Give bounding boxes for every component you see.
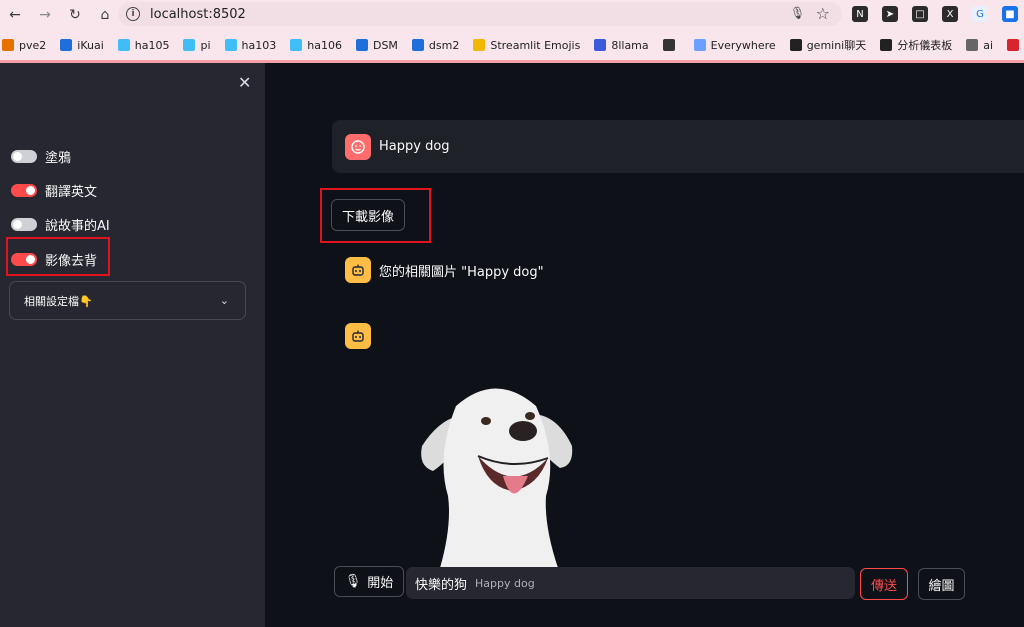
bookmark-icon: [224, 39, 237, 51]
user-message-text: Happy dog: [379, 139, 450, 154]
toggle-label: 說故事的AI: [45, 219, 110, 234]
bookmark-icon: [183, 39, 196, 51]
bot-avatar-icon: [345, 257, 371, 283]
bookmark-label: gemini聊天: [806, 39, 867, 52]
toggle-switch[interactable]: [11, 184, 37, 197]
bookmark-item[interactable]: 專案: [1007, 37, 1024, 53]
microphone-icon[interactable]: 🎙: [790, 6, 805, 22]
sidebar: ✕ 塗鴉 翻譯英文 說故事的AI 影像去背 相關設定檔👇 ⌄: [0, 63, 265, 627]
bookmark-label: Streamlit Emojis: [490, 38, 581, 52]
bookmark-label: ha105: [134, 38, 170, 52]
bookmark-item[interactable]: 8llama: [594, 38, 649, 52]
profile-extension-icon[interactable]: ■: [1002, 6, 1018, 22]
happy-dog-image: [421, 388, 573, 568]
start-recording-button[interactable]: 🎙 開始: [334, 566, 404, 597]
start-button-label: 開始: [367, 576, 394, 591]
bookmark-item[interactable]: iKuai: [60, 39, 104, 52]
bookmark-icon: [662, 39, 675, 51]
toggle-translate-english[interactable]: 翻譯英文: [11, 181, 97, 200]
toggle-doodle[interactable]: 塗鴉: [11, 147, 71, 166]
browser-toolbar: ← → ↻ ⌂ i localhost:8502 🎙 ☆ N ➤ □ X G ■: [0, 0, 1024, 30]
bookmark-icon: [693, 39, 706, 51]
bookmark-label: DSM: [372, 38, 398, 52]
toggle-label: 塗鴉: [45, 151, 72, 166]
excel-icon[interactable]: X: [942, 6, 958, 22]
draw-button[interactable]: 繪圖: [918, 568, 965, 600]
bookmark-item[interactable]: pi: [183, 38, 211, 52]
bookmark-item[interactable]: ha103: [224, 38, 277, 52]
assistant-message: 您的相關圖片 "Happy dog": [345, 257, 544, 283]
telegram-icon[interactable]: ➤: [882, 6, 898, 22]
bookmark-label: ai: [983, 38, 994, 52]
assistant-message-text: 您的相關圖片 "Happy dog": [379, 264, 544, 280]
bookmark-item[interactable]: dsm2: [411, 38, 460, 52]
bookmark-icon: [966, 39, 979, 51]
bookmark-item[interactable]: ha105: [117, 38, 170, 52]
bookmark-icon: [117, 39, 130, 51]
user-message: Happy dog: [332, 120, 1024, 173]
site-info-icon[interactable]: i: [126, 7, 140, 21]
settings-expander[interactable]: 相關設定檔👇 ⌄: [9, 281, 246, 320]
toggle-label: 翻譯英文: [45, 185, 98, 200]
bookmark-icon: [473, 39, 486, 51]
extension-icons: N ➤ □ X G ■: [852, 6, 1018, 22]
bookmark-label: ha106: [307, 38, 342, 52]
bookmark-icon: [411, 39, 424, 51]
bookmark-label: 分析儀表板: [897, 39, 953, 52]
bookmark-label: dsm2: [428, 38, 460, 52]
bookmark-icon: [1007, 39, 1020, 51]
bookmark-icon: [290, 39, 303, 51]
bookmark-item[interactable]: 分析儀表板: [880, 37, 952, 53]
extension-icon[interactable]: □: [912, 6, 928, 22]
bookmark-icon: [355, 39, 368, 51]
bot-avatar-icon: [345, 323, 371, 349]
close-sidebar-icon[interactable]: ✕: [238, 73, 251, 92]
home-icon[interactable]: ⌂: [90, 0, 120, 30]
back-icon[interactable]: ←: [0, 0, 30, 30]
address-bar[interactable]: i localhost:8502 🎙 ☆: [118, 2, 842, 26]
bookmark-icon: [60, 39, 73, 51]
bookmark-item[interactable]: ai: [966, 39, 993, 52]
send-button[interactable]: 傳送: [860, 568, 908, 600]
toggle-switch[interactable]: [11, 150, 37, 163]
bookmark-item[interactable]: [662, 39, 680, 51]
reload-icon[interactable]: ↻: [60, 0, 90, 30]
user-avatar-icon: [345, 133, 371, 160]
url-text: localhost:8502: [150, 6, 246, 22]
bookmark-item[interactable]: Streamlit Emojis: [473, 39, 580, 52]
bookmark-icon: [880, 39, 893, 51]
expander-label: 相關設定檔👇: [24, 294, 93, 308]
bookmark-item[interactable]: Everywhere: [693, 38, 776, 52]
bookmarks-bar: pve2 iKuai ha105 pi ha103 ha106 DSM dsm2 Streaml…: [0, 30, 1024, 60]
bookmark-label: ha103: [241, 38, 277, 52]
google-lens-icon[interactable]: G: [972, 6, 988, 22]
bookmark-item[interactable]: ha106: [290, 39, 342, 52]
bookmark-label: pve2: [19, 38, 47, 52]
bookmark-label: iKuai: [77, 38, 104, 52]
bookmark-icon: [2, 39, 14, 51]
highlight-box-toggle: [6, 237, 110, 276]
bookmark-icon: [594, 39, 607, 51]
chat-input[interactable]: 快樂的狗 Happy dog: [406, 567, 855, 599]
assistant-image-message: [345, 323, 371, 349]
chevron-down-icon: ⌄: [219, 294, 229, 307]
bookmark-item[interactable]: DSM: [355, 38, 398, 52]
notion-icon[interactable]: N: [852, 6, 868, 22]
bookmark-label: Everywhere: [710, 38, 776, 52]
bookmark-icon: [789, 39, 802, 51]
bookmark-item[interactable]: gemini聊天: [789, 37, 867, 53]
microphone-icon: 🎙: [344, 574, 362, 589]
bookmark-item[interactable]: pve2: [2, 39, 46, 52]
toggle-storyteller-ai[interactable]: 說故事的AI: [11, 215, 110, 234]
forward-icon[interactable]: →: [30, 0, 60, 30]
bookmark-star-icon[interactable]: ☆: [816, 4, 830, 23]
highlight-box-download: [320, 188, 431, 243]
chat-input-value: 快樂的狗: [415, 577, 468, 593]
bookmark-label: 8llama: [611, 38, 649, 52]
bookmark-label: pi: [200, 38, 211, 52]
chat-input-translation: Happy dog: [475, 576, 535, 590]
toggle-switch[interactable]: [11, 218, 37, 231]
